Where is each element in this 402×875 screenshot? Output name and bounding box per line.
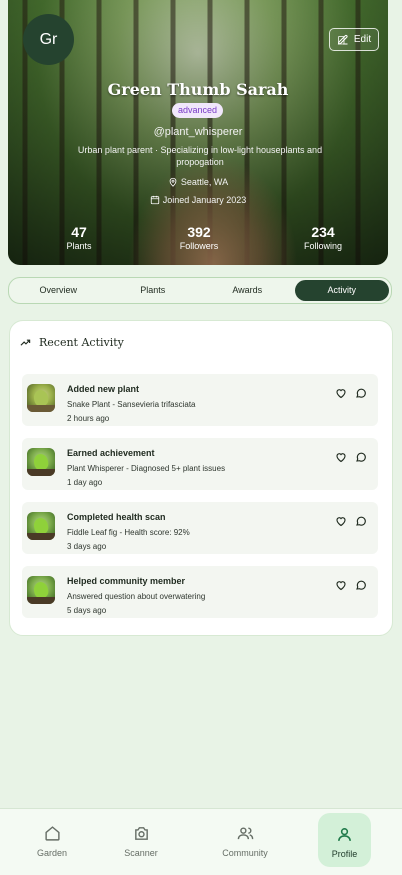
sprout-thumbnail bbox=[27, 576, 55, 604]
comment-button[interactable] bbox=[355, 579, 367, 591]
activity-time: 5 days ago bbox=[67, 606, 107, 615]
nav-label: Community bbox=[222, 848, 268, 858]
stat-followers[interactable]: 392 Followers bbox=[159, 224, 239, 251]
comment-button[interactable] bbox=[355, 451, 367, 463]
trending-up-icon bbox=[20, 339, 31, 346]
tab-plants[interactable]: Plants bbox=[106, 280, 201, 301]
nav-scanner[interactable]: Scanner bbox=[101, 809, 181, 858]
edit-profile-button[interactable]: Edit bbox=[329, 28, 379, 51]
avatar-initials: Gr bbox=[39, 30, 58, 48]
profile-bio: Urban plant parent · Specializing in low… bbox=[77, 145, 323, 167]
nav-garden[interactable]: Garden bbox=[12, 809, 92, 858]
activity-time: 2 hours ago bbox=[67, 414, 110, 423]
activity-detail: Answered question about overwatering bbox=[67, 592, 206, 601]
profile-joined: Joined January 2023 bbox=[8, 195, 388, 205]
like-button[interactable] bbox=[335, 387, 347, 399]
profile-handle: @plant_whisperer bbox=[153, 126, 243, 138]
comment-button[interactable] bbox=[355, 515, 367, 527]
nav-label: Profile bbox=[331, 849, 358, 859]
bottom-nav: Garden Scanner Community Profile bbox=[0, 808, 402, 875]
activity-item[interactable]: Added new plant Snake Plant - Sansevieri… bbox=[22, 374, 378, 426]
tab-activity[interactable]: Activity bbox=[294, 280, 389, 301]
tab-overview[interactable]: Overview bbox=[11, 280, 106, 301]
like-button[interactable] bbox=[335, 515, 347, 527]
nav-label: Garden bbox=[36, 848, 68, 858]
activity-detail: Snake Plant - Sansevieria trifasciata bbox=[67, 400, 196, 409]
activity-detail: Plant Whisperer - Diagnosed 5+ plant iss… bbox=[67, 464, 226, 473]
activity-title: Added new plant bbox=[67, 384, 139, 394]
heart-icon bbox=[336, 517, 346, 527]
stat-value: 392 bbox=[187, 224, 211, 240]
stat-value: 47 bbox=[71, 224, 87, 240]
profile-name: Green Thumb Sarah bbox=[107, 80, 289, 99]
tab-awards[interactable]: Awards bbox=[200, 280, 295, 301]
stat-label: Plants bbox=[66, 241, 92, 251]
activity-item[interactable]: Earned achievement Plant Whisperer - Dia… bbox=[22, 438, 378, 490]
message-circle-icon bbox=[356, 580, 366, 590]
card-title: Recent Activity bbox=[39, 336, 124, 349]
heart-icon bbox=[336, 453, 346, 463]
like-button[interactable] bbox=[335, 579, 347, 591]
user-icon bbox=[338, 828, 351, 841]
camera-icon bbox=[134, 827, 148, 840]
activity-item[interactable]: Completed health scan Fiddle Leaf fig - … bbox=[22, 502, 378, 554]
activity-time: 1 day ago bbox=[67, 478, 103, 487]
edit-label: Edit bbox=[353, 34, 372, 45]
sprout-thumbnail bbox=[27, 512, 55, 540]
stat-label: Followers bbox=[179, 241, 219, 251]
message-circle-icon bbox=[356, 388, 366, 398]
comment-button[interactable] bbox=[355, 387, 367, 399]
profile-location: Seattle, WA bbox=[8, 177, 388, 187]
stat-plants[interactable]: 47 Plants bbox=[39, 224, 119, 251]
joined-text: Joined January 2023 bbox=[162, 195, 247, 205]
activity-title: Earned achievement bbox=[67, 448, 155, 458]
calendar-icon bbox=[150, 195, 159, 205]
like-button[interactable] bbox=[335, 451, 347, 463]
message-circle-icon bbox=[356, 452, 366, 462]
nav-label: Scanner bbox=[124, 848, 158, 858]
avatar[interactable]: Gr bbox=[23, 14, 74, 65]
activity-detail: Fiddle Leaf fig - Health score: 92% bbox=[67, 528, 190, 537]
activity-item[interactable]: Helped community member Answered questio… bbox=[22, 566, 378, 618]
heart-icon bbox=[336, 389, 346, 399]
plant-photo-thumbnail bbox=[27, 384, 55, 412]
location-text: Seattle, WA bbox=[180, 177, 229, 187]
level-badge: advanced bbox=[172, 103, 224, 118]
nav-community[interactable]: Community bbox=[205, 809, 285, 858]
stat-following[interactable]: 234 Following bbox=[283, 224, 363, 251]
edit-icon bbox=[337, 34, 348, 45]
message-circle-icon bbox=[356, 516, 366, 526]
home-icon bbox=[44, 826, 60, 841]
activity-title: Helped community member bbox=[67, 576, 186, 586]
activity-title: Completed health scan bbox=[67, 512, 166, 522]
profile-tabs: Overview Plants Awards Activity bbox=[8, 277, 392, 304]
map-pin-icon bbox=[169, 177, 177, 187]
heart-icon bbox=[336, 581, 346, 591]
stat-label: Following bbox=[303, 241, 343, 251]
stat-value: 234 bbox=[311, 224, 335, 240]
users-icon bbox=[237, 827, 253, 840]
nav-profile[interactable]: Profile bbox=[318, 813, 371, 867]
activity-time: 3 days ago bbox=[67, 542, 107, 551]
card-header: Recent Activity bbox=[20, 336, 124, 349]
sprout-thumbnail bbox=[27, 448, 55, 476]
recent-activity-card: Recent Activity Added new plant Snake Pl… bbox=[9, 320, 393, 636]
